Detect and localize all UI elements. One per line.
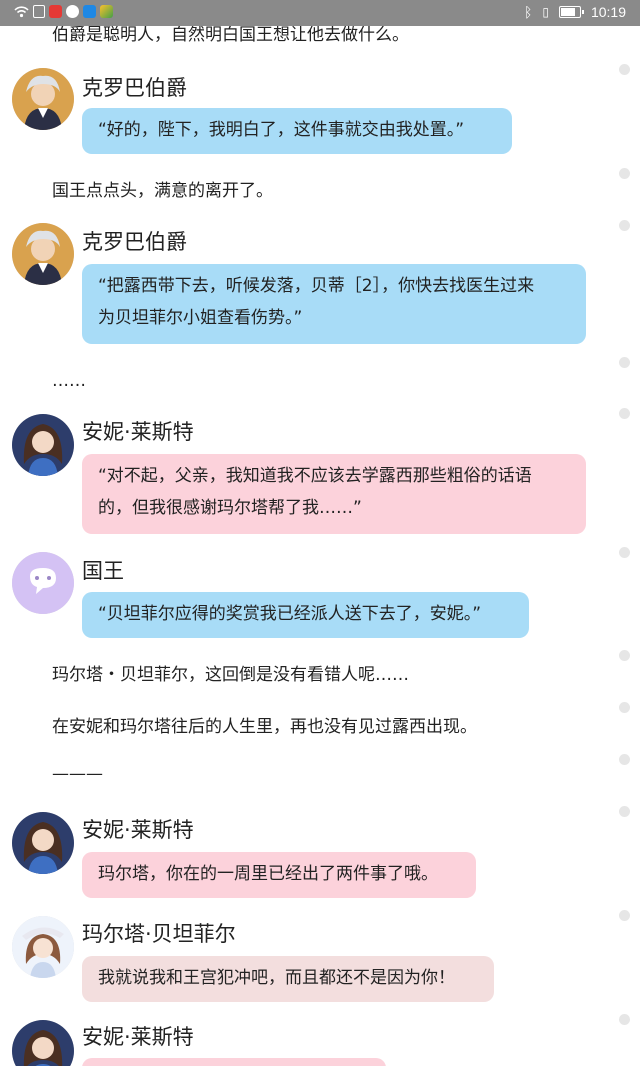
narration: 在安妮和玛尔塔往后的人生里，再也没有见过露西出现。: [52, 717, 477, 737]
scroll-dot[interactable]: [619, 220, 630, 231]
message-bubble[interactable]: “对不起，父亲，我知道我不应该去学露西那些粗俗的话语 的，但我很感谢玛尔塔帮了我…: [82, 454, 586, 534]
gallery-icon: [100, 5, 113, 18]
narration-ellipsis: ……: [52, 371, 86, 391]
avatar-king[interactable]: [12, 552, 74, 614]
battery-level: [560, 8, 575, 16]
status-icons-right: ᛒ ▯ 10:19: [524, 4, 626, 20]
avatar-annie-lester[interactable]: [12, 1020, 74, 1066]
message-bubble[interactable]: “把露西带下去，听候发落，贝蒂［2］，你快去找医生过来 为贝坦菲尔小姐查看伤势。…: [82, 264, 586, 344]
scroll-dot[interactable]: [619, 702, 630, 713]
speaker-name: 玛尔塔·贝坦菲尔: [82, 922, 236, 946]
bluetooth-icon: ᛒ: [523, 4, 533, 20]
scroll-dot[interactable]: [619, 910, 630, 921]
avatar-marta-betanfield[interactable]: [12, 916, 74, 978]
marta-portrait-icon: [12, 916, 74, 978]
status-icons-left: [14, 5, 113, 18]
scroll-dot[interactable]: [619, 650, 630, 661]
speaker-name: 安妮·莱斯特: [82, 420, 194, 444]
message-line: 为贝坦菲尔小姐查看伤势。”: [98, 308, 303, 328]
annie-portrait-icon: [12, 1020, 74, 1066]
avatar-annie-lester[interactable]: [12, 414, 74, 476]
qq-icon: [83, 5, 96, 18]
scroll-dot[interactable]: [619, 547, 630, 558]
message-bubble[interactable]: 玛尔塔，你在的一周里已经出了两件事了哦。: [82, 852, 476, 898]
speaker-name: 安妮·莱斯特: [82, 818, 194, 842]
count-portrait-icon: [12, 68, 74, 130]
scroll-dot[interactable]: [619, 168, 630, 179]
avatar-count-croba[interactable]: [12, 223, 74, 285]
chat-scroll-area[interactable]: 伯爵是聪明人，自然明白国王想让他去做什么。 克罗巴伯爵 “好的，陛下，我明白了，…: [0, 26, 640, 1066]
annie-portrait-icon: [12, 812, 74, 874]
vibrate-icon: ▯: [542, 5, 549, 19]
battery-icon: [558, 6, 584, 18]
scroll-dot[interactable]: [619, 754, 630, 765]
scroll-dot[interactable]: [619, 806, 630, 817]
status-bar: ᛒ ▯ 10:19: [0, 0, 640, 26]
narration-top: 伯爵是聪明人，自然明白国王想让他去做什么。: [52, 26, 409, 45]
scroll-dot[interactable]: [619, 408, 630, 419]
speaker-name: 克罗巴伯爵: [82, 230, 187, 254]
chat-placeholder-icon: [12, 552, 74, 614]
message-bubble[interactable]: “好的，陛下，我明白了，这件事就交由我处置。”: [82, 108, 512, 154]
scroll-dot[interactable]: [619, 1014, 630, 1025]
message-line: “把露西带下去，听候发落，贝蒂［2］，你快去找医生过来: [98, 276, 535, 296]
clock: 10:19: [590, 4, 626, 20]
avatar-count-croba[interactable]: [12, 68, 74, 130]
wechat-icon: [66, 5, 79, 18]
speaker-name: 国王: [82, 559, 124, 583]
speaker-name: 克罗巴伯爵: [82, 76, 187, 100]
wifi-icon: [14, 6, 29, 18]
message-bubble[interactable]: [82, 1058, 386, 1066]
scroll-dot[interactable]: [619, 64, 630, 75]
sim-icon: [33, 5, 45, 18]
message-line: 的，但我很感谢玛尔塔帮了我……”: [98, 498, 362, 518]
app-notification-icon: [49, 5, 62, 18]
annie-portrait-icon: [12, 414, 74, 476]
speaker-name: 安妮·莱斯特: [82, 1025, 194, 1049]
message-bubble[interactable]: 我就说我和王宫犯冲吧，而且都还不是因为你！: [82, 956, 494, 1002]
count-portrait-icon: [12, 223, 74, 285]
message-line: “对不起，父亲，我知道我不应该去学露西那些粗俗的话语: [98, 466, 532, 486]
avatar-annie-lester[interactable]: [12, 812, 74, 874]
narration: 国王点点头，满意的离开了。: [52, 181, 273, 201]
narration-divider: ———: [52, 764, 103, 784]
narration: 玛尔塔・贝坦菲尔，这回倒是没有看错人呢……: [52, 665, 409, 685]
scroll-dot[interactable]: [619, 357, 630, 368]
message-bubble[interactable]: “贝坦菲尔应得的奖赏我已经派人送下去了，安妮。”: [82, 592, 529, 638]
